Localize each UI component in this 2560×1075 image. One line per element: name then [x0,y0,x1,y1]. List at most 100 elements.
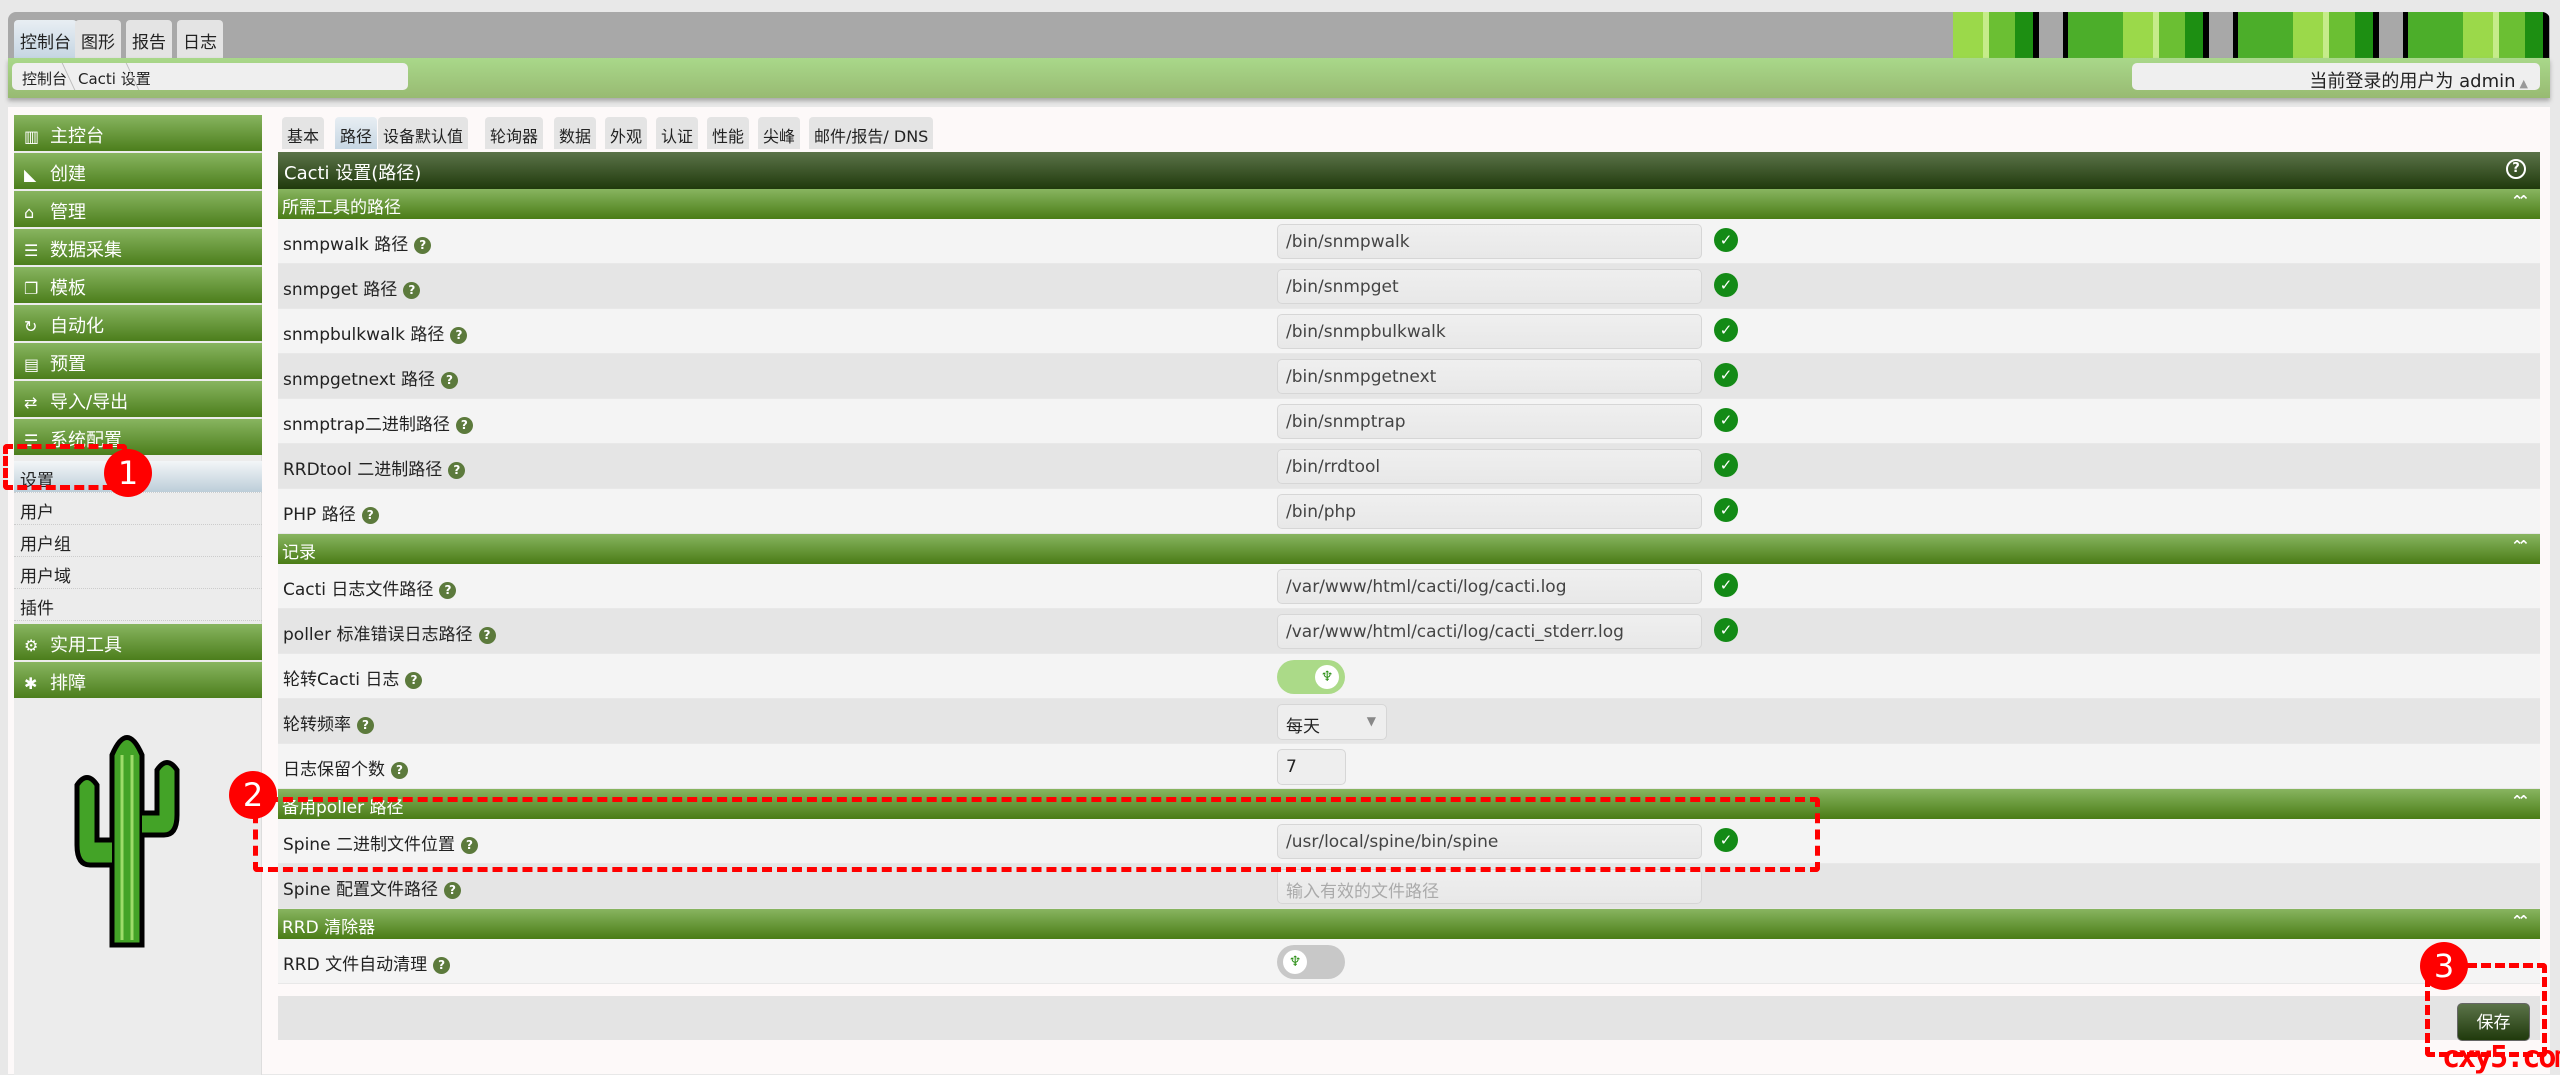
help-icon[interactable]: ? [2506,159,2526,179]
help-icon[interactable]: ? [450,327,468,344]
label-text: RRD 文件自动清理 [283,955,428,975]
label-text: Cacti 日志文件路径 [283,580,434,600]
settings-tab[interactable]: 性能 [707,117,750,149]
settings-tab[interactable]: 邮件/报告/ DNS [809,117,934,149]
section-title: 所需工具的路径 [282,198,401,218]
label-text: snmpgetnext 路径 [283,370,435,390]
breadcrumb: 控制台 Cacti 设置 [12,63,408,90]
top-tab[interactable]: 图形 [75,20,121,58]
path-input[interactable]: /var/www/html/cacti/log/cacti.log [1277,569,1702,604]
settings-tab[interactable]: 路径 [335,117,378,149]
settings-tab[interactable]: 外观 [605,117,648,149]
sidebar-item[interactable]: ▥ 主控台 [14,115,262,151]
sidebar-item[interactable]: ◣ 创建 [14,153,262,189]
sidebar-item[interactable]: ↻ 自动化 [14,305,262,341]
user-menu[interactable]: 当前登录的用户为 admin ▲ [2132,63,2540,92]
clone-icon: ❐ [24,279,39,298]
sidebar-item-label: 预置 [50,354,86,375]
help-icon[interactable]: ? [403,282,421,299]
number-input[interactable]: 7 [1277,749,1346,785]
collapse-icon[interactable]: ⌃⌃ [2511,192,2530,210]
path-input[interactable]: /bin/rrdtool [1277,449,1702,484]
sidebar-subitem[interactable]: 插件 [14,589,262,621]
path-input[interactable]: /bin/snmpbulkwalk [1277,314,1702,349]
settings-tab[interactable]: 设备默认值 [378,117,469,149]
cactus-banner-image [1953,12,2550,58]
collapse-icon[interactable]: ⌃⌃ [2511,537,2530,555]
setting-label: RRDtool 二进制路径? [283,455,466,480]
sidebar-item-label: 主控台 [50,126,104,147]
path-input[interactable]: /bin/php [1277,494,1702,529]
help-icon[interactable]: ? [405,672,423,689]
top-tab[interactable]: 控制台 [14,20,77,58]
help-icon[interactable]: ? [455,417,473,434]
sidebar: ▥ 主控台 ◣ 创建 ⌂ 管理 ☰ 数据采集 ❐ 模板 ↻ 自动化 ▤ 预置 ⇄ 导入/导出 ☰ 系统配置 设置 用户… [14,115,262,1075]
help-icon[interactable]: ? [391,762,408,779]
home-icon: ⌂ [24,203,35,222]
top-tab[interactable]: 日志 [177,20,223,58]
frequency-select[interactable]: 每天 ▼ [1277,704,1387,740]
sidebar-item[interactable]: ⚙ 实用工具 [14,624,262,660]
label-text: snmptrap二进制路径 [283,415,450,435]
settings-tab[interactable]: 认证 [656,117,699,149]
check-icon: ✓ [1714,453,1738,477]
sidebar-subitem[interactable]: 用户 [14,493,262,525]
help-icon[interactable]: ? [414,237,432,254]
help-icon[interactable]: ? [440,372,458,389]
path-input[interactable]: /bin/snmpwalk [1277,224,1702,259]
top-tab[interactable]: 报告 [126,20,172,58]
settings-tab[interactable]: 轮询器 [485,117,544,149]
setting-row: snmptrap二进制路径? /bin/snmptrap ✓ [278,399,2540,444]
check-icon: ✓ [1714,408,1738,432]
save-bar: 保存 [278,996,2540,1041]
cactus-knob-icon: ♆ [1283,950,1307,974]
annotation-badge-3: 3 [2420,942,2468,990]
check-icon: ✓ [1714,573,1738,597]
setting-label: 轮转Cacti 日志? [283,665,423,690]
setting-label: Cacti 日志文件路径? [283,575,457,600]
help-icon[interactable]: ? [443,882,461,899]
toggle-switch[interactable]: ♆ [1277,945,1345,979]
help-icon[interactable]: ? [448,462,466,479]
sidebar-item-label: 实用工具 [50,635,122,656]
setting-row: poller 标准错误日志路径? /var/www/html/cacti/log/… [278,609,2540,654]
path-input[interactable]: /bin/snmpget [1277,269,1702,304]
chart-area-icon: ◣ [24,165,37,184]
toggle-switch[interactable]: ♆ [1277,660,1345,694]
check-icon: ✓ [1714,228,1738,252]
settings-tab[interactable]: 数据 [554,117,597,149]
sidebar-subitem[interactable]: 用户域 [14,557,262,589]
breadcrumb-console[interactable]: 控制台 [22,68,67,89]
collapse-icon[interactable]: ⌃⌃ [2511,912,2530,930]
path-input[interactable]: /bin/snmpgetnext [1277,359,1702,394]
setting-label: RRD 文件自动清理? [283,950,451,975]
top-nav-bar: 控制台 图形 报告 日志 [8,12,2550,58]
settings-tab[interactable]: 基本 [282,117,325,149]
path-input[interactable]: /bin/snmptrap [1277,404,1702,439]
check-icon: ✓ [1714,318,1738,342]
setting-row: snmpbulkwalk 路径? /bin/snmpbulkwalk ✓ [278,309,2540,354]
selected-value: 每天 [1286,717,1320,737]
help-icon[interactable]: ? [357,717,374,734]
help-icon[interactable]: ? [433,957,451,974]
sidebar-item[interactable]: ⌂ 管理 [14,191,262,227]
help-icon[interactable]: ? [439,582,457,599]
sidebar-item[interactable]: ☰ 数据采集 [14,229,262,265]
sidebar-subitem[interactable]: 用户组 [14,525,262,557]
setting-label: snmpwalk 路径? [283,230,432,255]
bug-icon: ✱ [24,674,38,693]
help-icon[interactable]: ? [478,627,496,644]
sidebar-item[interactable]: ❐ 模板 [14,267,262,303]
setting-label: snmpgetnext 路径? [283,365,458,390]
section-title: 记录 [282,543,316,563]
path-input[interactable]: 输入有效的文件路径 [1277,869,1702,904]
collapse-icon[interactable]: ⌃⌃ [2511,792,2530,810]
sidebar-item[interactable]: ✱ 排障 [14,662,262,698]
sidebar-item[interactable]: ⇄ 导入/导出 [14,381,262,417]
section-title: RRD 清除器 [282,918,376,938]
settings-tab[interactable]: 尖峰 [758,117,801,149]
path-input[interactable]: /var/www/html/cacti/log/cacti_stderr.log [1277,614,1702,649]
sidebar-item[interactable]: ▤ 预置 [14,343,262,379]
help-icon[interactable]: ? [361,507,379,524]
setting-row: PHP 路径? /bin/php ✓ [278,489,2540,534]
